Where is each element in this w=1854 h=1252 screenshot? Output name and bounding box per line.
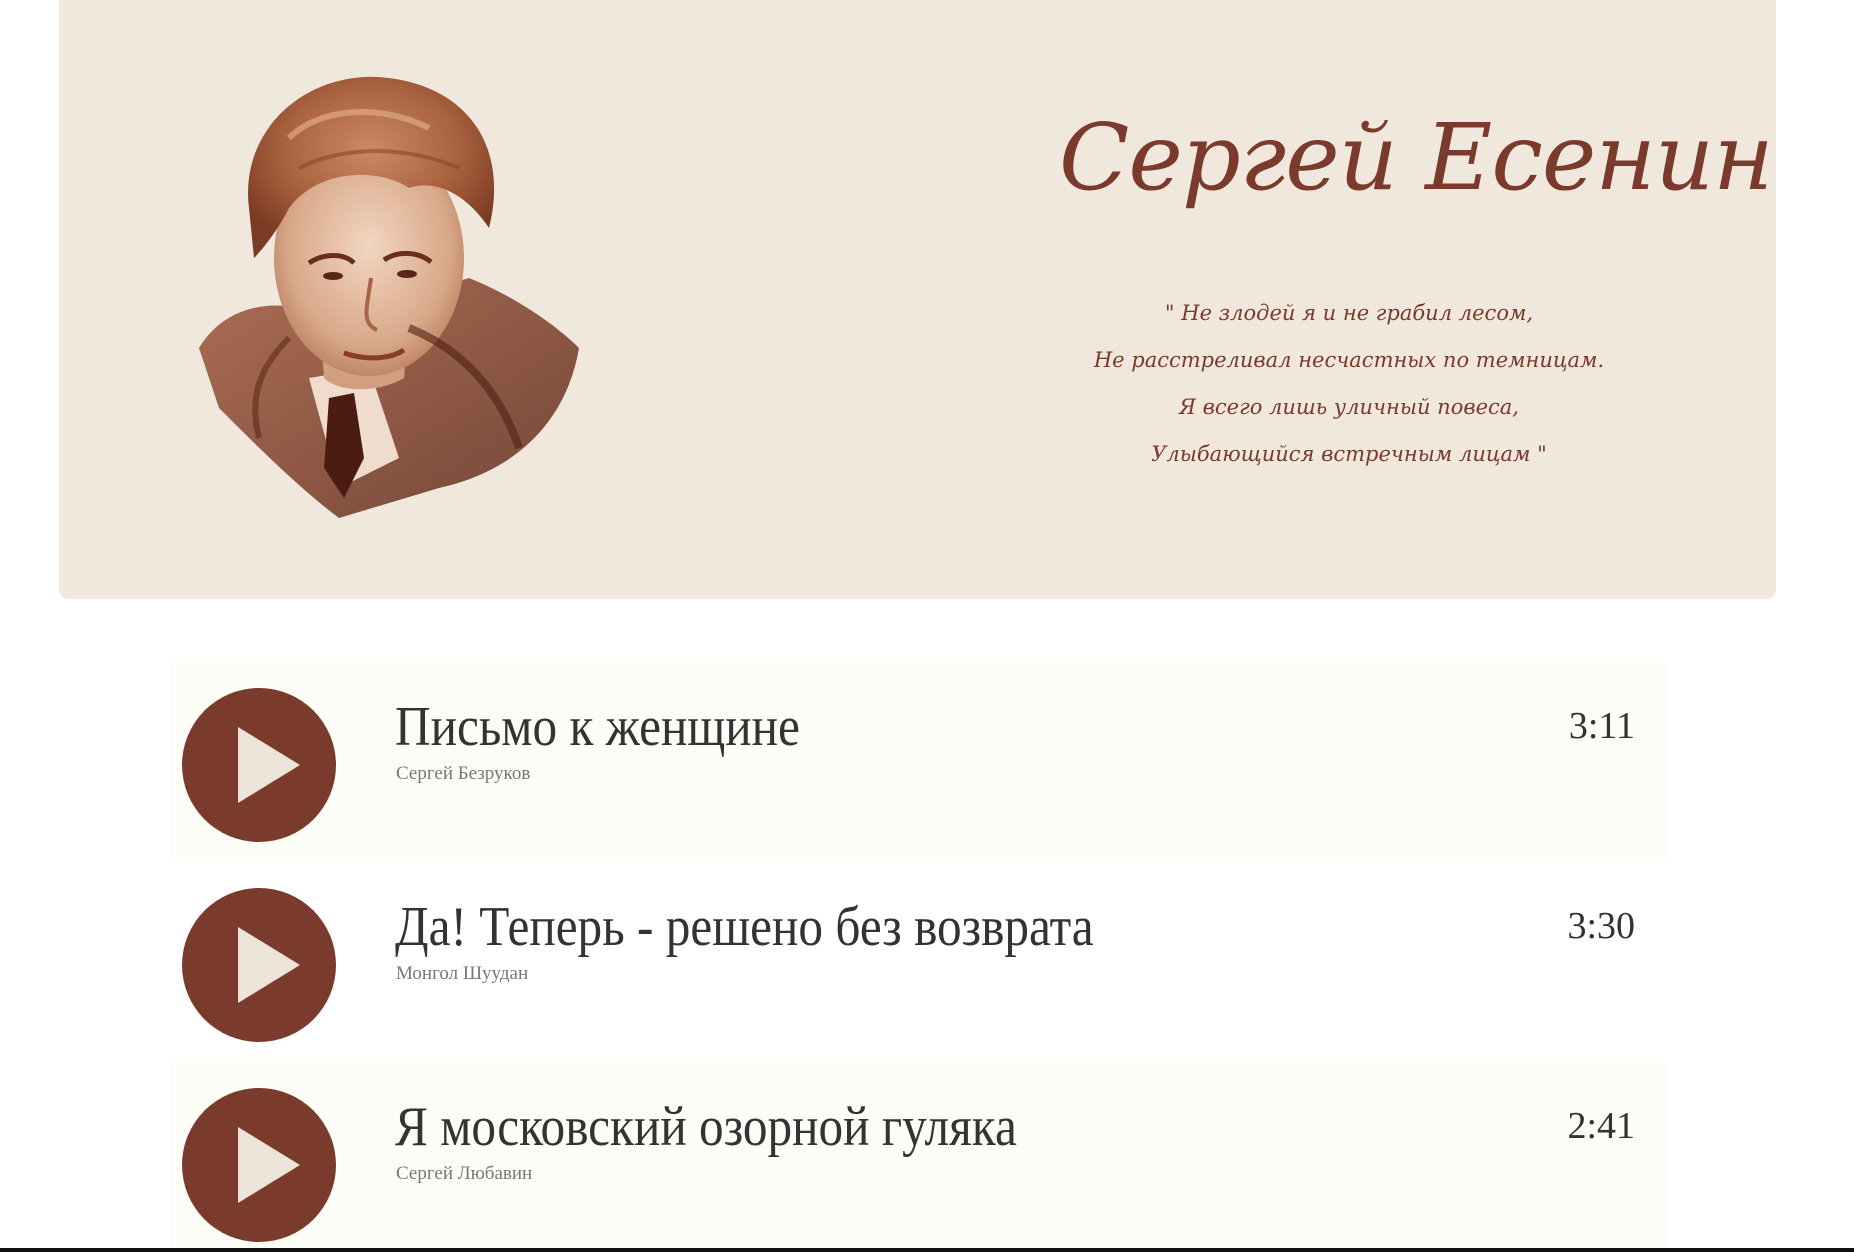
track-title: Да! Теперь - решено без возврата [395,896,1094,958]
track-row[interactable]: Я московский озорной гуляка Сергей Любав… [170,1062,1665,1252]
track-row[interactable]: Да! Теперь - решено без возврата Монгол … [170,862,1665,1062]
quote-line: Я всего лишь уличный повеса, [1179,395,1519,419]
quote-line: Улыбающийся встречным лицам " [1151,442,1547,466]
play-icon [238,927,300,1003]
play-button[interactable] [182,888,336,1042]
track-artist: Сергей Любавин [396,1163,533,1184]
quote-line: " Не злодей я и не грабил лесом, [1164,301,1534,325]
track-duration: 2:41 [1567,1105,1635,1147]
track-row[interactable]: Письмо к женщине Сергей Безруков 3:11 [170,662,1665,862]
play-button[interactable] [182,1088,336,1242]
poem-quote: " Не злодей я и не грабил лесом, Не расс… [999,290,1699,478]
track-title: Я московский озорной гуляка [395,1096,1017,1158]
track-artist: Сергей Безруков [396,763,531,784]
hero-banner: Сергей Есенин " Не злодей я и не грабил … [59,0,1776,599]
track-artist: Монгол Шуудан [396,963,529,984]
play-icon [238,1127,300,1203]
bottom-divider [0,1248,1854,1252]
track-duration: 3:30 [1567,905,1635,947]
portrait-illustration [199,76,579,518]
play-icon [238,727,300,803]
quote-line: Не расстреливал несчастных по темницам. [1093,348,1605,372]
play-button[interactable] [182,688,336,842]
poet-signature: Сергей Есенин [1059,78,1774,268]
poet-name: Сергей Есенин [1059,104,1774,211]
track-title: Письмо к женщине [395,696,800,758]
track-duration: 3:11 [1568,705,1635,747]
track-list: Письмо к женщине Сергей Безруков 3:11 Да… [170,662,1665,1252]
